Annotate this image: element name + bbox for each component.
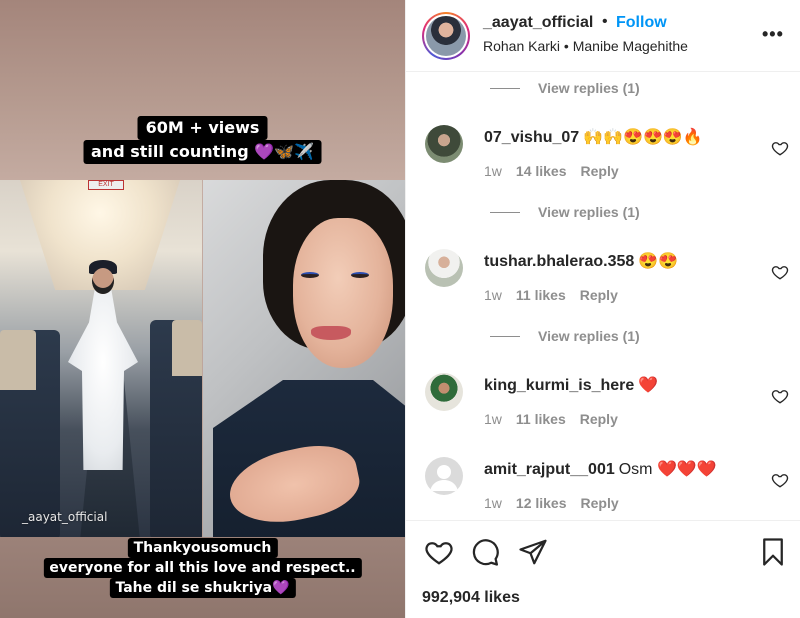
dash-divider	[490, 87, 520, 89]
lips	[311, 326, 351, 340]
heart-icon[interactable]	[771, 263, 789, 281]
commenter-username[interactable]: tushar.bhalerao.358 😍😍	[484, 251, 678, 271]
view-replies-label: View replies (1)	[538, 204, 640, 220]
comment-meta: 1w 14 likes Reply	[484, 163, 619, 179]
view-replies-button[interactable]: View replies (1)	[490, 203, 640, 221]
comment-meta: 1w 11 likes Reply	[484, 411, 618, 427]
comment-time[interactable]: 1w	[484, 287, 502, 303]
caption-line: Tahe dil se shukriya💜	[109, 578, 296, 598]
exit-sign: EXIT	[88, 180, 124, 190]
person-silhouette-icon	[430, 465, 458, 491]
crew-head	[92, 268, 114, 294]
default-avatar-icon[interactable]	[425, 457, 463, 495]
likes-count[interactable]: 992,904 likes	[422, 589, 520, 607]
caption-line: and still counting 💜🦋✈️	[83, 140, 322, 164]
commenter-username[interactable]: 07_vishu_07 🙌🙌😍😍😍🔥	[484, 127, 703, 147]
reply-button[interactable]: Reply	[580, 287, 618, 303]
comment-meta: 1w 11 likes Reply	[484, 287, 618, 303]
cabin-seat-cover	[0, 330, 36, 390]
post-media[interactable]: 60M + views and still counting 💜🦋✈️ EXIT…	[0, 0, 405, 618]
heart-icon[interactable]	[771, 387, 789, 405]
caption-line: Thankyousomuch	[127, 538, 278, 558]
comment-item: 07_vishu_07 🙌🙌😍😍😍🔥 1w 14 likes Reply	[406, 125, 800, 195]
commenter-avatar[interactable]	[425, 373, 463, 411]
reply-button[interactable]: Reply	[580, 411, 618, 427]
caption-overlay-bottom: Thankyousomuch everyone for all this lov…	[43, 538, 362, 598]
comment-likes[interactable]: 12 likes	[516, 495, 567, 511]
reply-button[interactable]: Reply	[581, 163, 619, 179]
dash-divider	[490, 211, 520, 213]
view-replies-label: View replies (1)	[538, 328, 640, 344]
audio-attribution[interactable]: Rohan Karki • Manibe Magehithe	[483, 38, 688, 54]
comment-item: amit_rajput__001 Osm ❤️❤️❤️ 1w 12 likes R…	[406, 457, 800, 519]
comment-list[interactable]: View replies (1) 07_vishu_07 🙌🙌😍😍😍🔥 1w 14…	[406, 73, 800, 519]
reply-button[interactable]: Reply	[581, 495, 619, 511]
comment-text: 🙌🙌😍😍😍🔥	[583, 129, 703, 146]
comment-likes[interactable]: 14 likes	[516, 163, 567, 179]
author-username[interactable]: _aayat_official	[483, 14, 593, 32]
more-options-icon[interactable]: •••	[762, 24, 784, 45]
watermark: _aayat_official	[22, 510, 108, 524]
avatar-image	[426, 16, 466, 56]
cabin-photo: EXIT	[0, 180, 202, 537]
comment-item: tushar.bhalerao.358 😍😍 1w 11 likes Reply	[406, 249, 800, 319]
action-bar: 992,904 likes	[406, 520, 800, 618]
comment-likes[interactable]: 11 likes	[516, 287, 566, 303]
commenter-avatar[interactable]	[425, 249, 463, 287]
heart-icon[interactable]	[771, 471, 789, 489]
comment-text: Osm ❤️❤️❤️	[618, 461, 717, 478]
like-heart-icon[interactable]	[424, 537, 454, 567]
author-avatar[interactable]	[422, 12, 470, 60]
heart-icon[interactable]	[771, 139, 789, 157]
view-replies-label: View replies (1)	[538, 80, 640, 96]
comment-time[interactable]: 1w	[484, 495, 502, 511]
caption-line: 60M + views	[137, 116, 268, 140]
comment-time[interactable]: 1w	[484, 163, 502, 179]
post-sidebar: _aayat_official • Follow Rohan Karki • M…	[405, 0, 800, 618]
caption-line: everyone for all this love and respect..	[43, 558, 362, 578]
follow-button[interactable]: Follow	[616, 14, 667, 32]
commenter-username[interactable]: amit_rajput__001 Osm ❤️❤️❤️	[484, 459, 717, 479]
commenter-username[interactable]: king_kurmi_is_here ❤️	[484, 375, 658, 395]
cabin-seat-cover	[172, 320, 202, 376]
dash-divider	[490, 335, 520, 337]
comment-item: king_kurmi_is_here ❤️ 1w 11 likes Reply	[406, 373, 800, 443]
comment-text: ❤️	[638, 377, 659, 394]
comment-time[interactable]: 1w	[484, 411, 502, 427]
bookmark-icon[interactable]	[758, 537, 788, 567]
view-replies-button[interactable]: View replies (1)	[490, 327, 640, 345]
post-header: _aayat_official • Follow Rohan Karki • M…	[406, 0, 800, 72]
comment-meta: 1w 12 likes Reply	[484, 495, 619, 511]
eye	[301, 272, 319, 278]
caption-overlay-top: 60M + views and still counting 💜🦋✈️	[83, 116, 322, 164]
comment-icon[interactable]	[470, 537, 500, 567]
comment-likes[interactable]: 11 likes	[516, 411, 566, 427]
commenter-avatar[interactable]	[425, 125, 463, 163]
comment-text: 😍😍	[638, 253, 679, 270]
share-icon[interactable]	[518, 537, 548, 567]
header-separator: •	[602, 13, 608, 30]
face	[293, 218, 393, 368]
view-replies-button[interactable]: View replies (1)	[490, 79, 640, 97]
selfie-photo	[203, 180, 405, 537]
eye	[351, 272, 369, 278]
